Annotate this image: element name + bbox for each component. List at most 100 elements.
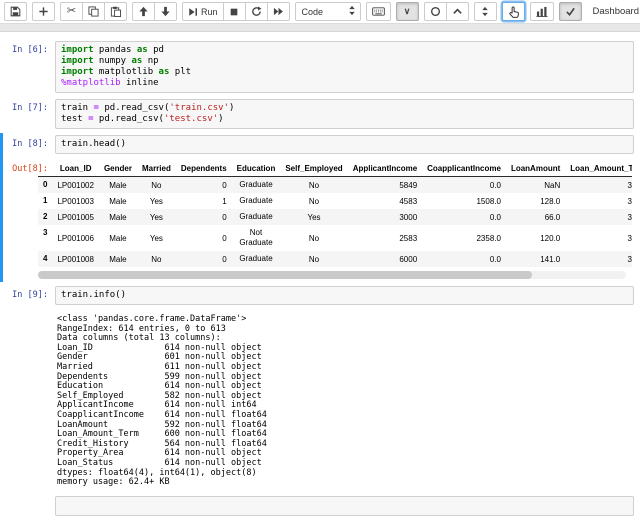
table-horizontal-scrollbar[interactable] [38, 271, 626, 279]
cell-input-row: In [8]:train.head() [0, 132, 640, 157]
next-cell-input[interactable] [55, 496, 634, 516]
code-input-area[interactable]: train.info() [55, 286, 634, 305]
restart-run-all-button[interactable] [267, 2, 290, 21]
table-cell: LP001002 [52, 177, 98, 194]
code-cell[interactable]: In [8]:train.head()Out[8]:Loan_IDGenderM… [0, 132, 640, 283]
code-input-area[interactable]: import pandas as pdimport numpy as npimp… [55, 41, 634, 93]
table-cell: Graduate [232, 193, 281, 209]
table-cell: LP001006 [52, 225, 98, 251]
mini-stepper-button[interactable] [474, 2, 497, 21]
add-cell-button[interactable] [32, 2, 55, 21]
table-cell: 66.0 [506, 209, 565, 225]
move-cell-down-button[interactable] [154, 2, 177, 21]
dashboard-view-label: Dashboard View: [593, 6, 640, 17]
stepper-group [474, 2, 497, 21]
arrow-up-icon [138, 6, 149, 17]
cell-input-row: In [9]: train.info() [0, 283, 640, 308]
code-line: train.info() [61, 290, 628, 301]
table-cell: No [280, 225, 347, 251]
table-cell: No [137, 251, 176, 267]
cell-input-row: In [6]:import pandas as pdimport numpy a… [0, 38, 640, 96]
table-cell: 360.0 [565, 251, 632, 267]
table-cell: 120.0 [506, 225, 565, 251]
next-cell-row [0, 492, 640, 516]
next-cell-prompt [0, 496, 55, 516]
code-input-area[interactable]: train = pd.read_csv('train.csv')test = p… [55, 99, 634, 129]
copy-icon [88, 6, 99, 17]
pointer-group [502, 2, 525, 21]
row-index: 0 [38, 177, 52, 194]
code-line: import numpy as np [61, 56, 628, 67]
table-cell: 3000 [348, 209, 422, 225]
save-group [4, 2, 27, 21]
table-cell: 360.0 [565, 177, 632, 194]
code-cell[interactable]: In [6]:import pandas as pdimport numpy a… [0, 38, 640, 96]
keyboard-icon [372, 6, 385, 17]
table-cell: 360.0 [565, 209, 632, 225]
column-header: LoanAmount [506, 161, 565, 177]
table-cell: 1508.0 [422, 193, 506, 209]
code-line: import pandas as pd [61, 45, 628, 56]
table-cell: Male [99, 193, 137, 209]
edit-group: ✂ [60, 2, 127, 21]
chart-group [530, 2, 554, 21]
code-cell[interactable]: In [9]: train.info() <class 'pandas.core.f… [0, 283, 640, 492]
table-cell: Graduate [232, 251, 281, 267]
table-cell: Yes [137, 225, 176, 251]
restart-kernel-button[interactable] [245, 2, 268, 21]
table-cell: 2583 [348, 225, 422, 251]
table-cell: 0 [176, 209, 232, 225]
column-header: Dependents [176, 161, 232, 177]
column-header: Gender [99, 161, 137, 177]
table-cell: 4583 [348, 193, 422, 209]
table-cell: 6000 [348, 251, 422, 267]
table-cell: 360.0 [565, 225, 632, 251]
table-cell: Male [99, 251, 137, 267]
hand-pointer-button[interactable] [502, 2, 525, 21]
row-index: 1 [38, 193, 52, 209]
code-cell[interactable]: In [7]:train = pd.read_csv('train.csv')t… [0, 96, 640, 132]
circle-extension-button[interactable] [424, 2, 447, 21]
table-cell: LP001008 [52, 251, 98, 267]
paste-icon [110, 6, 121, 17]
palette-group [366, 2, 391, 21]
table-cell: 0.0 [422, 177, 506, 194]
stop-icon [229, 7, 239, 17]
column-header: Loan_Amount_Term [565, 161, 632, 177]
scrollbar-thumb[interactable] [38, 271, 532, 279]
run-button-label: Run [201, 7, 218, 17]
v-extension-button[interactable]: ∨ [396, 2, 419, 21]
bar-chart-button[interactable] [530, 2, 554, 21]
collapse-extension-button[interactable] [446, 2, 469, 21]
header-divider-strip [0, 23, 640, 32]
code-line: train = pd.read_csv('train.csv') [61, 103, 628, 114]
table-cell: Yes [280, 209, 347, 225]
cut-cell-button[interactable]: ✂ [60, 2, 83, 21]
table-cell: 128.0 [506, 193, 565, 209]
bar-chart-icon [536, 6, 548, 17]
table-cell: NaN [506, 177, 565, 194]
table-cell: 1 [176, 193, 232, 209]
output-content: Loan_IDGenderMarriedDependentsEducationS… [38, 161, 632, 279]
column-header: CoapplicantIncome [422, 161, 506, 177]
move-cell-up-button[interactable] [132, 2, 155, 21]
code-input-area[interactable]: train.head() [55, 135, 634, 154]
plus-icon [38, 6, 49, 17]
text-output: <class 'pandas.core.frame.DataFrame'> Ra… [57, 315, 632, 488]
run-button[interactable]: Run [182, 2, 224, 21]
paste-cell-button[interactable] [104, 2, 127, 21]
table-cell: Male [99, 177, 137, 194]
hand-pointer-icon [508, 6, 519, 18]
input-prompt: In [6]: [0, 41, 55, 93]
table-cell: No [280, 193, 347, 209]
check-button[interactable] [559, 2, 582, 21]
cell-type-select[interactable]: Code [295, 2, 361, 21]
code-line: %matplotlib inline [61, 78, 628, 89]
code-line: import matplotlib as plt [61, 67, 628, 78]
command-palette-button[interactable] [366, 2, 391, 21]
column-header: Self_Employed [280, 161, 347, 177]
interrupt-kernel-button[interactable] [223, 2, 246, 21]
input-prompt: In [9]: [0, 286, 55, 305]
copy-cell-button[interactable] [82, 2, 105, 21]
save-button[interactable] [4, 2, 27, 21]
